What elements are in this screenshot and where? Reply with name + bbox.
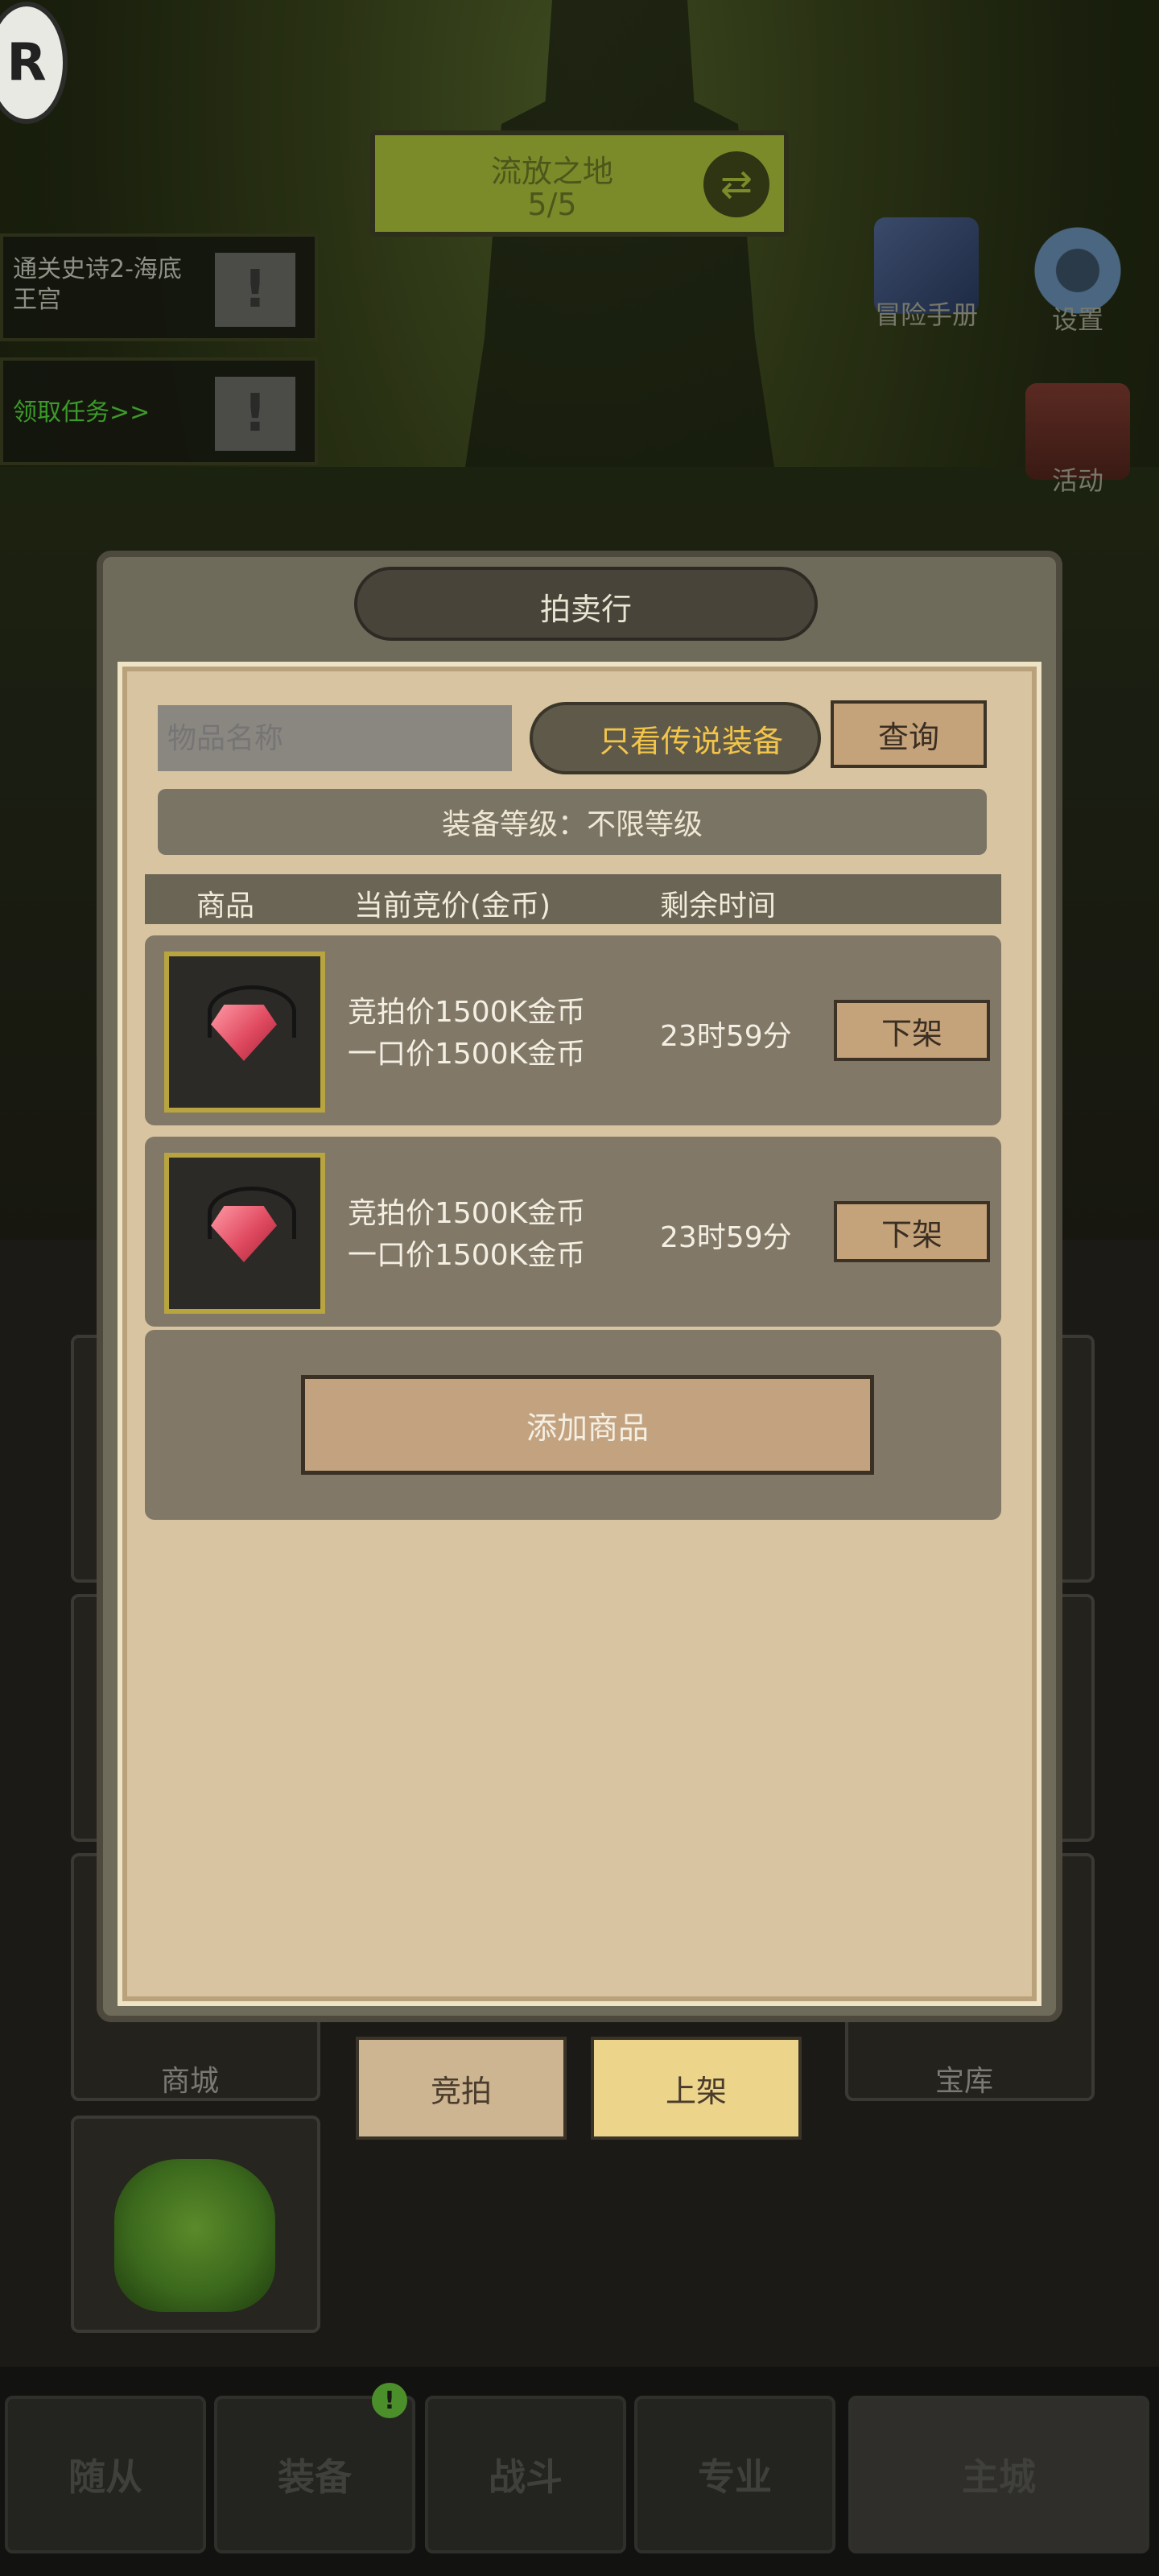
- time-left: 23时59分: [660, 1020, 792, 1053]
- item-name-search-input[interactable]: [158, 705, 512, 771]
- bid-price: 竞拍价1500K金币: [348, 1197, 586, 1230]
- delist-button[interactable]: 下架: [834, 1000, 990, 1061]
- auction-modal: 拍卖行 只看传说装备 查询 装备等级：不限等级 商品 当前竞价(金币) 剩余时间…: [97, 551, 1062, 2022]
- modal-title-bar: 拍卖行: [354, 567, 818, 641]
- exclamation-icon: !: [215, 253, 295, 327]
- bid-price: 竞拍价1500K金币: [348, 996, 586, 1029]
- map-name: 流放之地: [490, 154, 613, 189]
- nav-profession[interactable]: 专业: [634, 2396, 835, 2553]
- adventure-book-label: 冒险手册: [874, 299, 978, 330]
- legendary-only-toggle[interactable]: 只看传说装备: [530, 702, 821, 774]
- event-button[interactable]: 活动: [1009, 383, 1146, 497]
- settings-button[interactable]: 设置: [1009, 222, 1146, 336]
- delist-button[interactable]: 下架: [834, 1201, 990, 1262]
- exclamation-icon: !: [215, 377, 295, 451]
- quest-text: 领取任务>>: [13, 398, 151, 427]
- ruby-necklace-icon: [211, 1005, 277, 1061]
- modal-title: 拍卖行: [539, 592, 632, 627]
- listing-prices: 竞拍价1500K金币 一口价1500K金币: [348, 992, 585, 1075]
- swap-map-icon[interactable]: ⇄: [703, 151, 769, 217]
- event-label: 活动: [1051, 465, 1103, 496]
- add-item-area: 添加商品: [145, 1330, 1001, 1520]
- quest-text: 通关史诗2-海底王宫: [13, 255, 182, 314]
- nav-battle[interactable]: 战斗: [425, 2396, 626, 2553]
- map-selector[interactable]: 流放之地 5/5 ⇄: [370, 130, 789, 237]
- listing-row: 竞拍价1500K金币 一口价1500K金币 23时59分 下架: [145, 1137, 1001, 1327]
- listing-row: 竞拍价1500K金币 一口价1500K金币 23时59分 下架: [145, 935, 1001, 1125]
- dragon-portrait: [114, 2159, 275, 2312]
- item-slot[interactable]: [164, 1153, 325, 1314]
- auction-panel: 只看传说装备 查询 装备等级：不限等级 商品 当前竞价(金币) 剩余时间 竞拍价…: [118, 662, 1041, 2006]
- dragon-card[interactable]: [71, 2116, 320, 2333]
- nav-main-city[interactable]: 主城: [848, 2396, 1149, 2553]
- time-left: 23时59分: [660, 1221, 792, 1254]
- tab-list-item[interactable]: 上架: [591, 2037, 802, 2140]
- bottom-navigation: 随从 装备 ! 战斗 专业 主城: [0, 2367, 1159, 2576]
- table-header: 商品 当前竞价(金币) 剩余时间: [145, 874, 1001, 924]
- query-button[interactable]: 查询: [831, 700, 987, 768]
- notification-badge: !: [372, 2383, 407, 2418]
- buyout-price: 一口价1500K金币: [348, 1038, 586, 1071]
- nav-equipment[interactable]: 装备: [214, 2396, 415, 2553]
- quest-panel-1[interactable]: 通关史诗2-海底王宫 !: [0, 233, 318, 341]
- adventure-book-button[interactable]: 冒险手册: [858, 217, 995, 332]
- logo-letter: R: [6, 33, 47, 93]
- column-time-left: 剩余时间: [660, 890, 777, 923]
- map-progress: 5/5: [527, 187, 577, 222]
- quest-panel-2[interactable]: 领取任务>> !: [0, 357, 318, 465]
- vault-label: 宝库: [935, 2065, 994, 2098]
- tab-auction[interactable]: 竞拍: [356, 2037, 567, 2140]
- column-item: 商品: [196, 890, 255, 923]
- settings-label: 设置: [1051, 304, 1103, 335]
- ruby-necklace-icon: [211, 1206, 277, 1262]
- add-item-button[interactable]: 添加商品: [301, 1375, 874, 1475]
- item-slot[interactable]: [164, 952, 325, 1113]
- shop-label: 商城: [161, 2065, 220, 2098]
- nav-followers[interactable]: 随从: [5, 2396, 206, 2553]
- buyout-price: 一口价1500K金币: [348, 1239, 586, 1272]
- listing-prices: 竞拍价1500K金币 一口价1500K金币: [348, 1193, 585, 1277]
- column-current-bid: 当前竞价(金币): [354, 890, 551, 923]
- equipment-level-filter[interactable]: 装备等级：不限等级: [158, 789, 987, 855]
